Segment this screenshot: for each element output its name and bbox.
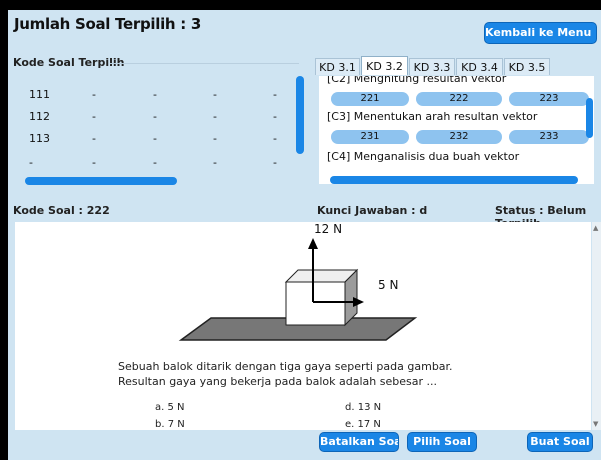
- table-cell: -: [153, 88, 157, 101]
- table-cell: -: [153, 156, 157, 169]
- tab-kd-3-1[interactable]: KD 3.1: [315, 58, 360, 75]
- table-cell: -: [273, 132, 277, 145]
- tab-kd-3-2[interactable]: KD 3.2: [361, 56, 408, 75]
- question-code-button[interactable]: 223: [509, 92, 589, 106]
- upward-force-label: 12 N: [314, 222, 343, 236]
- table-cell: -: [92, 88, 96, 101]
- table-cell: -: [213, 88, 217, 101]
- table-row[interactable]: 112 - - - -: [8, 106, 293, 128]
- answer-key-label: Kunci Jawaban : d: [317, 204, 428, 217]
- section-title: [C2] Menghitung resultan vektor: [327, 76, 507, 85]
- table-cell: -: [273, 110, 277, 123]
- tab-kd-3-4[interactable]: KD 3.4: [456, 58, 503, 75]
- scroll-down-icon[interactable]: ▼: [593, 420, 598, 428]
- table-cell: -: [213, 156, 217, 169]
- option-a: a. 5 N: [155, 402, 185, 413]
- selected-codes-horizontal-scrollbar[interactable]: [25, 177, 177, 185]
- kd-horizontal-scrollbar[interactable]: [330, 176, 578, 184]
- table-row[interactable]: 111 - - - -: [8, 84, 293, 106]
- question-code-button[interactable]: 233: [509, 130, 589, 144]
- rightward-arrowhead: [353, 297, 364, 307]
- table-cell: -: [29, 156, 33, 169]
- table-row[interactable]: 113 - - - -: [8, 128, 293, 150]
- option-b: b. 7 N: [155, 419, 185, 430]
- table-cell: 113: [29, 132, 50, 145]
- selected-codes-grid: 111 - - - - 112 - - - - 113 - - - - - - …: [8, 74, 293, 184]
- choose-question-button[interactable]: Pilih Soal: [407, 432, 477, 452]
- kd-vertical-scrollbar[interactable]: [586, 98, 593, 138]
- question-code-button[interactable]: 232: [416, 130, 502, 144]
- question-code-label: Kode Soal : 222: [13, 204, 110, 217]
- kd-tab-panel: [C2] Menghitung resultan vektor 221 222 …: [319, 76, 594, 184]
- cancel-question-button[interactable]: Batalkan Soal: [319, 432, 399, 452]
- option-e: e. 17 N: [345, 419, 381, 430]
- table-cell: 112: [29, 110, 50, 123]
- table-cell: -: [213, 132, 217, 145]
- scroll-up-icon[interactable]: ▲: [593, 224, 598, 232]
- tab-kd-3-3[interactable]: KD 3.3: [409, 58, 455, 75]
- table-cell: -: [153, 132, 157, 145]
- table-cell: -: [273, 156, 277, 169]
- question-figure: [178, 238, 418, 341]
- table-cell: -: [273, 88, 277, 101]
- table-cell: -: [92, 132, 96, 145]
- table-cell: 111: [29, 88, 50, 101]
- question-code-button[interactable]: 221: [331, 92, 409, 106]
- table-cell: -: [92, 156, 96, 169]
- create-question-button[interactable]: Buat Soal: [527, 432, 593, 452]
- group-divider: [110, 63, 299, 64]
- question-text: Sebuah balok ditarik dengan tiga gaya se…: [118, 360, 453, 388]
- question-code-button[interactable]: 222: [416, 92, 502, 106]
- table-row[interactable]: - - - - -: [8, 152, 293, 174]
- question-panel: 12 N 5 N Sebuah balok ditarik dengan tig…: [15, 222, 591, 430]
- rightward-force-label: 5 N: [378, 278, 399, 292]
- selected-codes-vertical-scrollbar[interactable]: [296, 76, 304, 154]
- table-cell: -: [92, 110, 96, 123]
- back-to-main-menu-button[interactable]: Kembali ke Menu Utama: [484, 22, 597, 44]
- option-d: d. 13 N: [345, 402, 382, 413]
- selected-codes-label: Kode Soal Terpilih: [13, 56, 125, 69]
- section-title: [C4] Menganalisis dua buah vektor: [327, 150, 520, 163]
- section-title: [C3] Menentukan arah resultan vektor: [327, 110, 538, 123]
- question-vertical-scrollbar[interactable]: ▲ ▼: [592, 222, 601, 430]
- block-front-face: [285, 281, 346, 326]
- tab-kd-3-5[interactable]: KD 3.5: [504, 58, 550, 75]
- table-cell: -: [213, 110, 217, 123]
- table-cell: -: [153, 110, 157, 123]
- question-code-button[interactable]: 231: [331, 130, 409, 144]
- window-title: Jumlah Soal Terpilih : 3: [14, 15, 201, 33]
- question-selection-window: Jumlah Soal Terpilih : 3 Kembali ke Menu…: [8, 10, 601, 460]
- upward-arrowhead: [308, 238, 318, 249]
